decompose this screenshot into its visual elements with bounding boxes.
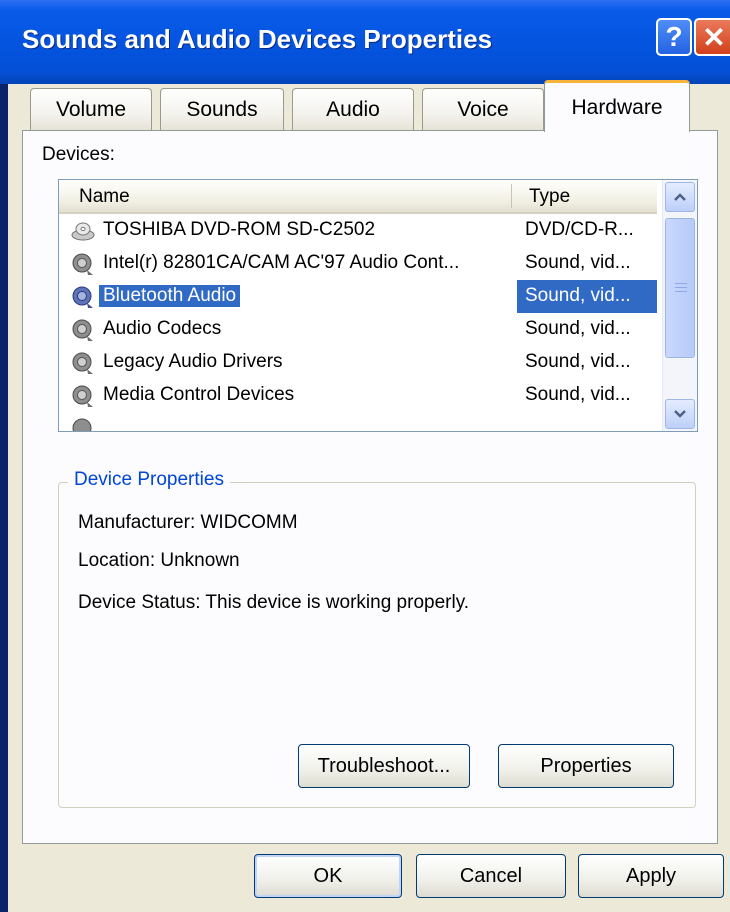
device-type: DVD/CD-R... xyxy=(525,219,634,240)
speaker-icon xyxy=(72,319,93,341)
device-type: Sound, vid... xyxy=(525,318,631,339)
vertical-scrollbar[interactable] xyxy=(662,180,697,431)
properties-button[interactable]: Properties xyxy=(498,744,674,788)
cancel-button[interactable]: Cancel xyxy=(416,854,566,898)
speaker-icon xyxy=(72,253,93,275)
device-type: Sound, vid... xyxy=(525,351,631,372)
device-type: Sound, vid... xyxy=(525,285,631,306)
ok-button[interactable]: OK xyxy=(254,854,402,898)
title-bar[interactable]: Sounds and Audio Devices Properties ? ✕ xyxy=(0,0,730,84)
device-type: Sound, vid... xyxy=(525,252,631,273)
speaker-icon xyxy=(72,352,93,374)
device-name: Media Control Devices xyxy=(103,384,295,405)
scroll-thumb[interactable] xyxy=(665,218,695,358)
device-row[interactable]: Media Control Devices Sound, vid... xyxy=(61,379,657,412)
device-name: TOSHIBA DVD-ROM SD-C2502 xyxy=(103,219,376,240)
tab-sounds[interactable]: Sounds xyxy=(160,88,284,130)
device-row[interactable]: Intel(r) 82801CA/CAM AC'97 Audio Cont...… xyxy=(61,247,657,280)
thumb-grip xyxy=(675,287,687,288)
device-status-text: Device Status: This device is working pr… xyxy=(78,592,470,613)
manufacturer-text: Manufacturer: WIDCOMM xyxy=(78,512,298,533)
dialog-body: Volume Sounds Audio Voice Hardware Devic… xyxy=(8,80,730,912)
device-row-partial[interactable] xyxy=(61,412,657,431)
speaker-icon xyxy=(72,418,92,431)
tab-hardware[interactable]: Hardware xyxy=(544,80,690,132)
list-header: Name Type xyxy=(59,180,657,214)
tab-audio[interactable]: Audio xyxy=(292,88,414,130)
thumb-grip xyxy=(675,291,687,292)
tab-voice[interactable]: Voice xyxy=(422,88,544,130)
cd-drive-icon xyxy=(71,222,95,241)
properties-dialog: Sounds and Audio Devices Properties ? ✕ … xyxy=(0,0,730,912)
window-title: Sounds and Audio Devices Properties xyxy=(22,24,493,54)
chevron-up-icon xyxy=(674,193,686,201)
troubleshoot-button[interactable]: Troubleshoot... xyxy=(298,744,470,788)
scroll-up-button[interactable] xyxy=(665,182,695,212)
speaker-icon xyxy=(72,385,93,407)
device-row[interactable]: Audio Codecs Sound, vid... xyxy=(61,313,657,346)
chevron-down-icon xyxy=(674,410,686,418)
column-divider[interactable] xyxy=(511,184,512,208)
device-row[interactable]: TOSHIBA DVD-ROM SD-C2502 DVD/CD-R... xyxy=(61,214,657,247)
device-name: Legacy Audio Drivers xyxy=(103,351,283,372)
device-row-selected[interactable]: Bluetooth Audio Sound, vid... xyxy=(61,280,657,313)
close-button[interactable]: ✕ xyxy=(694,18,730,56)
thumb-grip xyxy=(675,283,687,284)
location-text: Location: Unknown xyxy=(78,550,240,571)
devices-label: Devices: xyxy=(42,144,115,165)
device-properties-title: Device Properties xyxy=(68,469,230,491)
devices-list[interactable]: Name Type TOSHIBA DVD-ROM SD-C2502 DVD/C… xyxy=(58,179,698,432)
device-name: Audio Codecs xyxy=(103,318,222,339)
column-header-type[interactable]: Type xyxy=(529,186,570,208)
apply-button[interactable]: Apply xyxy=(578,854,724,898)
column-header-name[interactable]: Name xyxy=(79,186,130,208)
device-type: Sound, vid... xyxy=(525,384,631,405)
tab-volume[interactable]: Volume xyxy=(30,88,152,130)
scroll-down-button[interactable] xyxy=(665,399,695,429)
speaker-icon xyxy=(72,286,93,308)
help-button[interactable]: ? xyxy=(656,18,692,56)
device-name: Bluetooth Audio xyxy=(99,285,241,307)
device-name: Intel(r) 82801CA/CAM AC'97 Audio Cont... xyxy=(103,252,460,273)
device-row[interactable]: Legacy Audio Drivers Sound, vid... xyxy=(61,346,657,379)
